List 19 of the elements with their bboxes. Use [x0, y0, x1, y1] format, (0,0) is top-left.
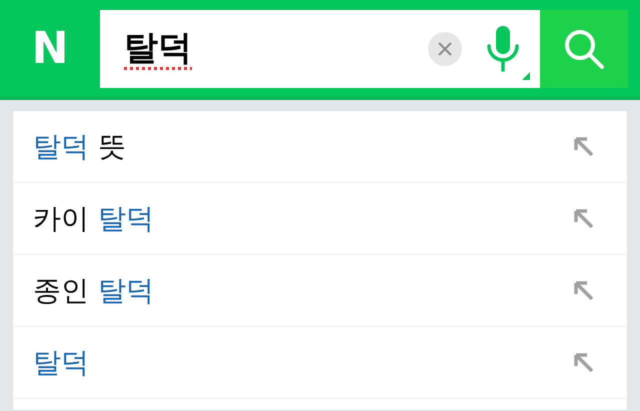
- suggestion-item[interactable]: 카이 탈덕: [13, 183, 627, 255]
- arrow-up-left-icon[interactable]: [573, 208, 595, 230]
- arrow-up-left-icon[interactable]: [573, 352, 595, 374]
- corner-icon: [522, 72, 530, 80]
- suggestion-text: 탈덕 뜻: [33, 128, 126, 164]
- microphone-icon[interactable]: [486, 26, 520, 72]
- arrow-up-left-icon[interactable]: [573, 136, 595, 158]
- suggestion-text: 탈덕: [33, 344, 89, 380]
- query-text: 탈덕: [124, 27, 193, 70]
- close-icon: [437, 40, 453, 56]
- clear-button[interactable]: [428, 32, 462, 66]
- arrow-up-left-icon[interactable]: [573, 280, 595, 302]
- suggestion-text: 카이 탈덕: [33, 200, 154, 236]
- suggestion-item[interactable]: 탈덕: [13, 327, 627, 399]
- suggestion-text: 종인 탈덕: [33, 272, 154, 308]
- suggestion-item[interactable]: 종인 탈덕: [13, 255, 627, 327]
- search-button[interactable]: [540, 10, 628, 88]
- search-field[interactable]: 탈덕: [100, 10, 540, 88]
- suggestion-item[interactable]: 탈덕 뜻: [13, 111, 627, 183]
